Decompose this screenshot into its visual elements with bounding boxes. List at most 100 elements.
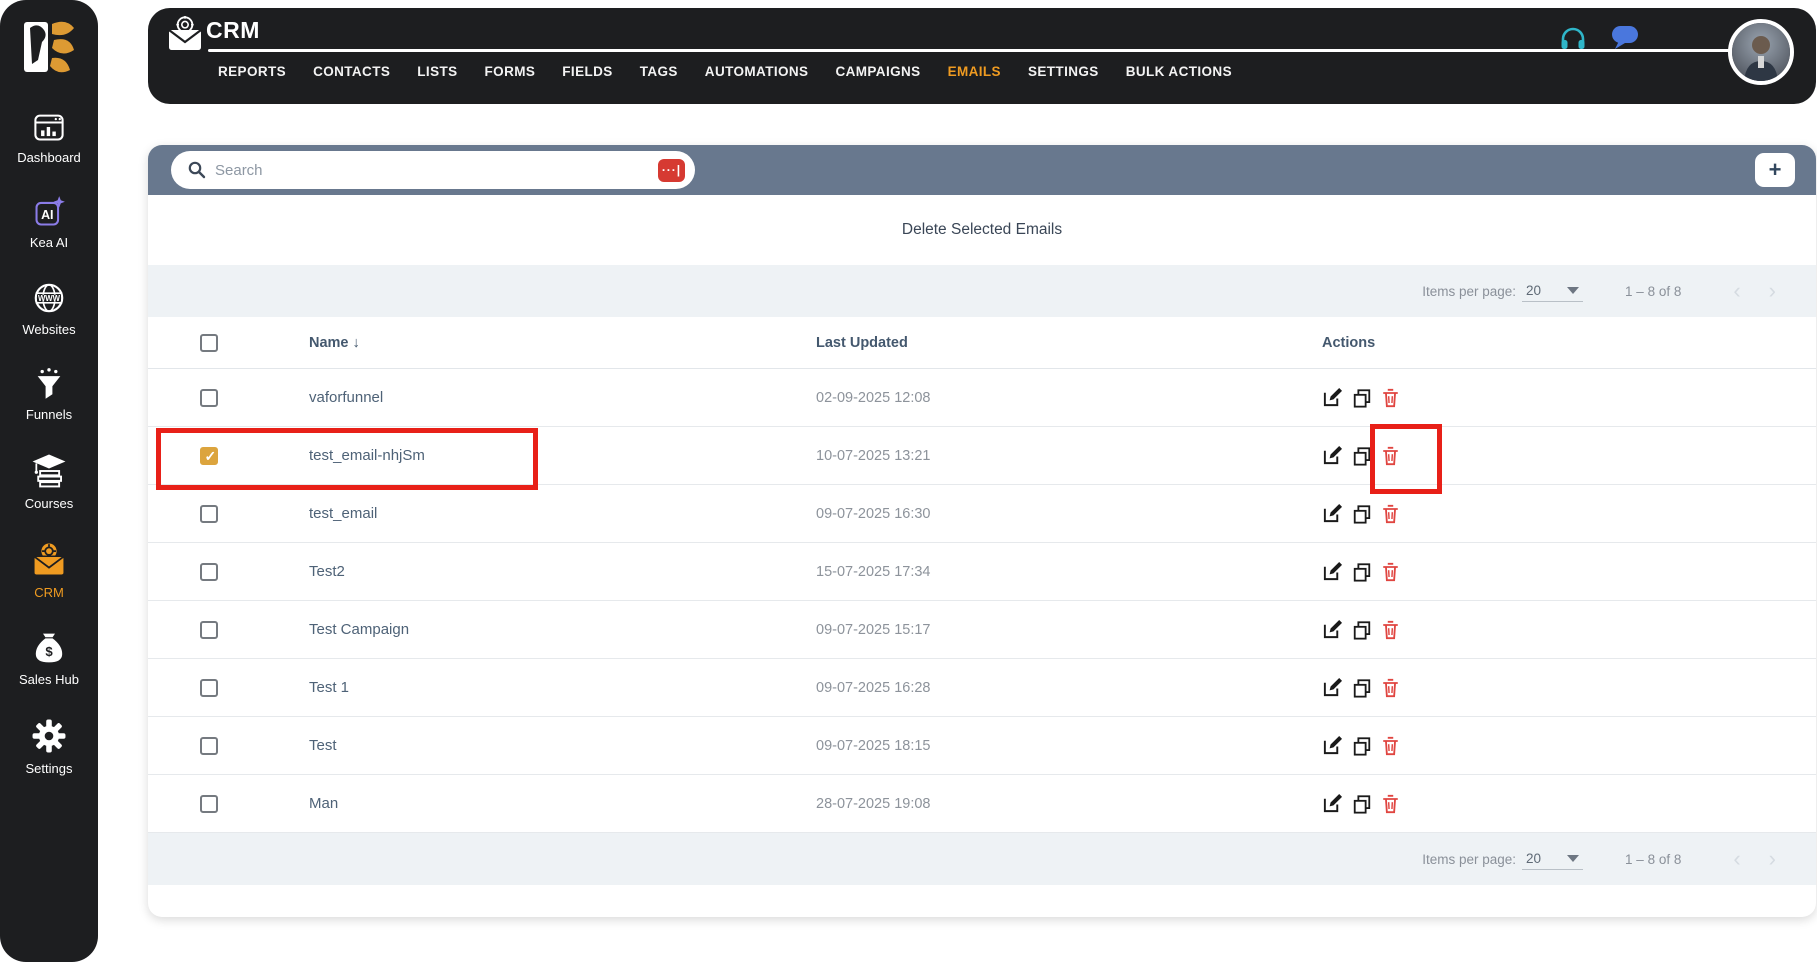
row-checkbox[interactable] bbox=[200, 678, 218, 697]
top-header: CRM REPORTS CONTACTS LISTS FORMS FIELDS … bbox=[148, 8, 1816, 104]
nav-item[interactable]: SETTINGS bbox=[1028, 64, 1099, 79]
page-title: CRM bbox=[206, 17, 260, 43]
row-checkbox[interactable] bbox=[200, 620, 218, 639]
nav-item[interactable]: LISTS bbox=[417, 64, 457, 79]
sidebar-item-label: Courses bbox=[24, 496, 74, 511]
nav-item[interactable]: EMAILS bbox=[948, 64, 1001, 79]
nav-item[interactable]: BULK ACTIONS bbox=[1126, 64, 1232, 79]
user-avatar[interactable] bbox=[1728, 19, 1794, 85]
duplicate-button[interactable] bbox=[1352, 678, 1372, 698]
email-name-link[interactable]: Test Campaign bbox=[309, 621, 816, 638]
next-page-button[interactable]: › bbox=[1769, 280, 1776, 302]
email-name-link[interactable]: vaforfunnel bbox=[309, 389, 816, 406]
delete-button[interactable] bbox=[1381, 794, 1400, 814]
row-checkbox[interactable] bbox=[200, 504, 218, 523]
email-name-link[interactable]: Test2 bbox=[309, 563, 816, 580]
edit-icon bbox=[1323, 503, 1343, 523]
delete-button[interactable] bbox=[1381, 678, 1400, 698]
kea-logo[interactable] bbox=[18, 16, 80, 80]
edit-button[interactable] bbox=[1322, 677, 1343, 698]
edit-icon bbox=[1323, 677, 1343, 697]
table-row: Test2 15-07-2025 17:34 bbox=[148, 543, 1816, 601]
table-row: test_email-nhjSm 10-07-2025 13:21 bbox=[148, 424, 1816, 494]
headset-icon[interactable] bbox=[1558, 22, 1588, 52]
column-header-last-updated[interactable]: Last Updated bbox=[816, 335, 1322, 351]
crm-app-icon bbox=[168, 16, 202, 50]
nav-item[interactable]: AUTOMATIONS bbox=[705, 64, 809, 79]
delete-button[interactable] bbox=[1381, 504, 1400, 524]
row-checkbox[interactable] bbox=[200, 736, 218, 755]
items-per-page-select[interactable]: 20 bbox=[1522, 281, 1584, 302]
edit-button[interactable] bbox=[1322, 735, 1343, 756]
sidebar-item-label: Funnels bbox=[25, 407, 73, 422]
header-icons bbox=[1558, 22, 1640, 52]
table-row: Test 09-07-2025 18:15 bbox=[148, 717, 1816, 775]
nav-item[interactable]: FORMS bbox=[485, 64, 536, 79]
duplicate-button[interactable] bbox=[1352, 620, 1372, 640]
delete-button[interactable] bbox=[1381, 736, 1400, 756]
nav-item[interactable]: REPORTS bbox=[218, 64, 286, 79]
search-box: ···| bbox=[171, 151, 695, 189]
email-name-link[interactable]: test_email bbox=[309, 505, 816, 522]
row-checkbox[interactable] bbox=[200, 388, 218, 407]
sidebar-item-crm[interactable]: CRM bbox=[1, 541, 97, 600]
edit-button[interactable] bbox=[1322, 793, 1343, 814]
items-per-page-select[interactable]: 20 bbox=[1522, 849, 1584, 870]
email-name-link[interactable]: Test bbox=[309, 737, 816, 754]
column-header-name[interactable]: Name ↓ bbox=[309, 335, 816, 351]
table-row: Test 1 09-07-2025 16:28 bbox=[148, 659, 1816, 717]
edit-button[interactable] bbox=[1322, 503, 1343, 524]
email-name-link[interactable]: Man bbox=[309, 795, 816, 812]
duplicate-icon bbox=[1353, 794, 1371, 814]
search-input[interactable] bbox=[215, 161, 658, 179]
sidebar-item-dashboard[interactable]: Dashboard bbox=[1, 110, 97, 165]
sidebar-item-settings[interactable]: Settings bbox=[1, 717, 97, 776]
delete-button[interactable] bbox=[1381, 446, 1400, 466]
page-range: 1 – 8 of 8 bbox=[1625, 851, 1682, 867]
email-name-link[interactable]: Test 1 bbox=[309, 679, 816, 696]
last-updated-value: 28-07-2025 19:08 bbox=[816, 795, 931, 812]
duplicate-button[interactable] bbox=[1352, 562, 1372, 582]
column-header-actions: Actions bbox=[1322, 334, 1376, 351]
duplicate-button[interactable] bbox=[1352, 504, 1372, 524]
sidebar-item-label: CRM bbox=[34, 585, 64, 600]
duplicate-button[interactable] bbox=[1352, 446, 1372, 466]
delete-button[interactable] bbox=[1381, 620, 1400, 640]
sidebar-item-courses[interactable]: Courses bbox=[1, 452, 97, 511]
delete-button[interactable] bbox=[1381, 562, 1400, 582]
crm-icon bbox=[33, 543, 65, 576]
prev-page-button[interactable]: ‹ bbox=[1733, 848, 1740, 870]
password-extension-icon[interactable]: ···| bbox=[658, 158, 685, 182]
edit-button[interactable] bbox=[1322, 561, 1343, 582]
add-email-button[interactable]: + bbox=[1755, 153, 1795, 187]
items-per-page-value: 20 bbox=[1526, 850, 1542, 866]
row-checkbox[interactable] bbox=[200, 562, 218, 581]
edit-button[interactable] bbox=[1322, 619, 1343, 640]
delete-selected-button[interactable]: Delete Selected Emails bbox=[902, 221, 1062, 239]
nav-item[interactable]: CONTACTS bbox=[313, 64, 390, 79]
edit-button[interactable] bbox=[1322, 445, 1343, 466]
nav-item[interactable]: TAGS bbox=[640, 64, 678, 79]
delete-button[interactable] bbox=[1381, 388, 1400, 408]
sidebar-item-funnels[interactable]: Funnels bbox=[1, 367, 97, 422]
row-checkbox[interactable] bbox=[200, 446, 218, 465]
nav-item[interactable]: FIELDS bbox=[562, 64, 612, 79]
duplicate-button[interactable] bbox=[1352, 794, 1372, 814]
emails-panel: ···| + Delete Selected Emails Items per … bbox=[148, 145, 1816, 917]
sidebar-item-websites[interactable]: WWW Websites bbox=[1, 280, 97, 337]
table-body: vaforfunnel 02-09-2025 12:08 ✓ test_emai… bbox=[148, 369, 1816, 833]
sidebar-item-sales-hub[interactable]: $ Sales Hub bbox=[1, 630, 97, 687]
nav-item[interactable]: CAMPAIGNS bbox=[835, 64, 920, 79]
duplicate-button[interactable] bbox=[1352, 736, 1372, 756]
trash-icon bbox=[1383, 504, 1398, 523]
edit-button[interactable] bbox=[1322, 387, 1343, 408]
duplicate-icon bbox=[1353, 620, 1371, 640]
select-all-checkbox[interactable] bbox=[200, 333, 218, 352]
next-page-button[interactable]: › bbox=[1769, 848, 1776, 870]
chat-icon[interactable] bbox=[1610, 22, 1640, 52]
row-checkbox[interactable] bbox=[200, 794, 218, 813]
email-name-link[interactable]: test_email-nhjSm bbox=[309, 447, 816, 464]
prev-page-button[interactable]: ‹ bbox=[1733, 280, 1740, 302]
sidebar-item-kea-ai[interactable]: AI Kea AI bbox=[1, 195, 97, 250]
duplicate-button[interactable] bbox=[1352, 388, 1372, 408]
